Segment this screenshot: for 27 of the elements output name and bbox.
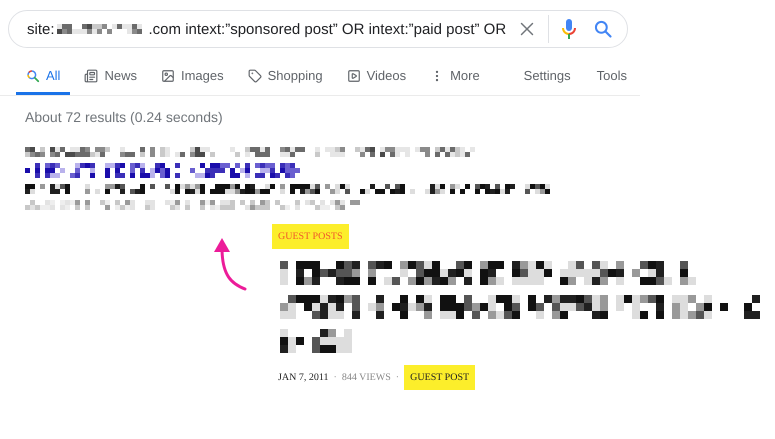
tab[interactable]: News — [74, 68, 147, 95]
post-date: JAN 7, 2011 — [278, 372, 328, 383]
microphone-button[interactable] — [561, 18, 577, 40]
tab[interactable]: Shopping — [238, 68, 333, 95]
search-button[interactable] — [593, 19, 613, 39]
tag-icon — [248, 68, 262, 82]
query-text: .com intext:”sponsored post” OR intext:”paid post” OR — [148, 20, 506, 38]
separator-dot: · — [333, 372, 337, 383]
play-icon — [346, 68, 361, 82]
query-text: site: — [27, 20, 55, 38]
search-field[interactable]: site: .com intext:”sponsored post” OR intext:”paid post” OR — [8, 10, 628, 48]
tool-link[interactable]: Settings — [510, 68, 584, 95]
search-icon — [593, 19, 613, 39]
tab[interactable]: All — [16, 68, 70, 95]
search-icon — [26, 68, 40, 82]
image-icon — [160, 68, 175, 82]
post-tag[interactable]: GUEST POST — [404, 365, 476, 390]
pixelated-heading-drawing — [280, 329, 352, 353]
tab[interactable]: Videos — [336, 68, 416, 95]
view-count: 844 VIEWS — [342, 372, 391, 383]
tab[interactable]: Images — [150, 68, 234, 95]
newspaper-icon — [84, 68, 98, 82]
results-stats: About 72 results (0.24 seconds) — [25, 109, 224, 125]
tab[interactable]: More — [420, 68, 490, 95]
tool-link[interactable]: Tools — [584, 68, 640, 95]
separator-dot: · — [396, 372, 400, 383]
microphone-icon — [561, 18, 577, 40]
